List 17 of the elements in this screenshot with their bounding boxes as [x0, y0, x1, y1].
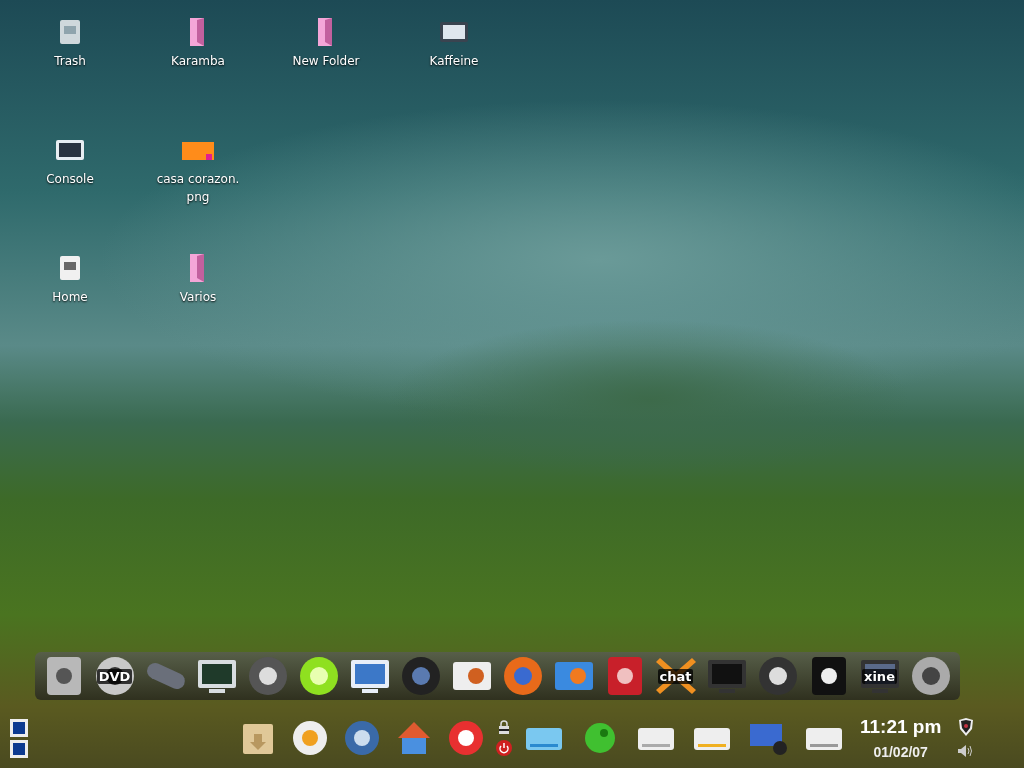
icon-label[interactable]: Kaffeine	[429, 52, 479, 70]
icon-label[interactable]: casa corazon. png	[156, 170, 240, 206]
shield-icon[interactable]	[958, 718, 975, 736]
icon-label[interactable]: Varios	[179, 288, 217, 306]
clock-time[interactable]: 11:21 pm	[860, 716, 942, 738]
lock-icon[interactable]	[498, 720, 510, 734]
icon-label[interactable]: Karamba	[171, 52, 225, 70]
desktop-pager-button[interactable]	[10, 739, 28, 758]
icon-label[interactable]: New Folder	[292, 52, 360, 70]
icon-label[interactable]: Home	[52, 288, 88, 306]
icon-label[interactable]: Trash	[54, 52, 86, 70]
dock-launcher[interactable]: xine	[856, 652, 903, 700]
desktop-pager-button[interactable]	[10, 718, 28, 737]
icon-label[interactable]: Console	[46, 170, 94, 188]
lifebuoy-icon[interactable]	[446, 718, 486, 758]
power-icon[interactable]	[496, 740, 512, 756]
clock-date[interactable]: 01/02/07	[873, 744, 928, 760]
